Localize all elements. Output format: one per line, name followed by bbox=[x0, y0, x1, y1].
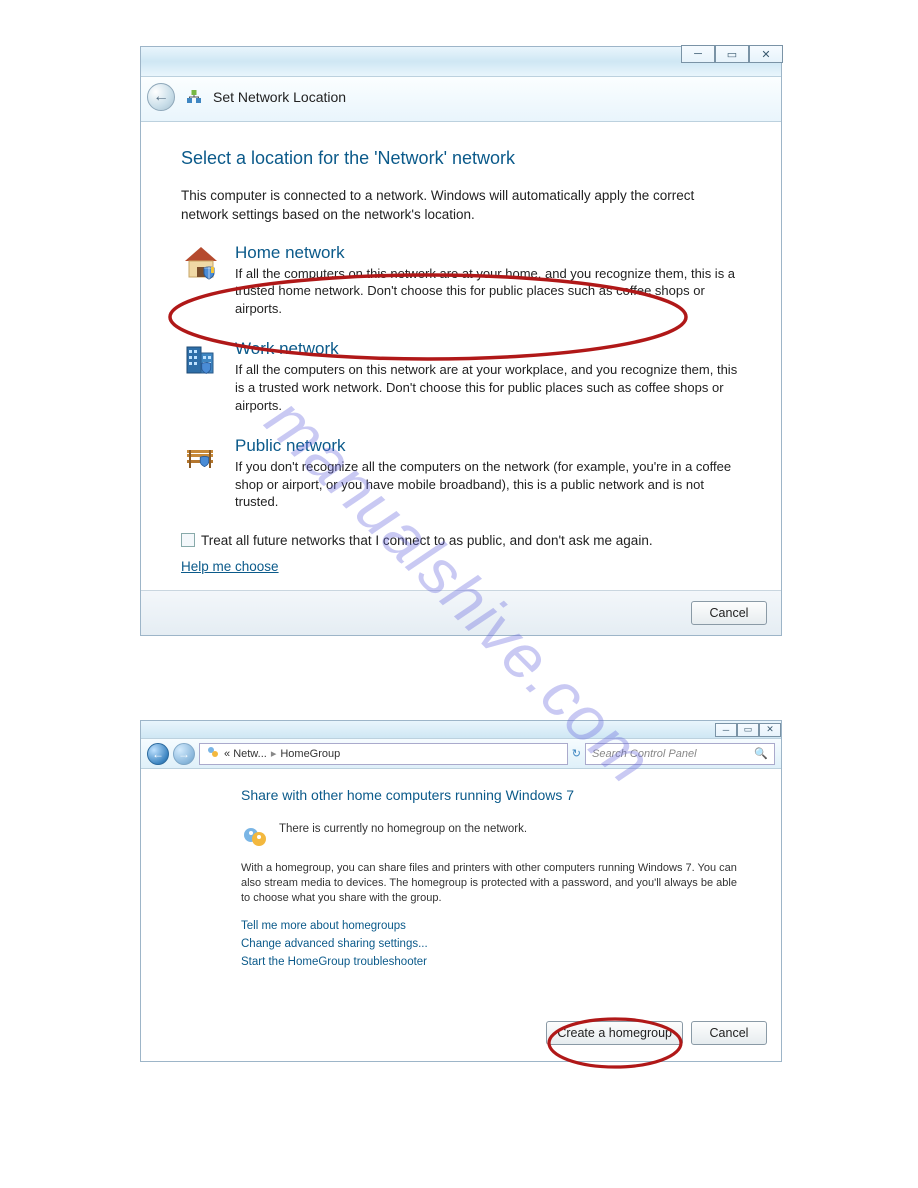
treat-public-label: Treat all future networks that I connect… bbox=[201, 533, 653, 548]
search-icon: 🔍 bbox=[754, 747, 768, 760]
option-public-title: Public network bbox=[235, 436, 741, 456]
treat-public-checkbox[interactable] bbox=[181, 533, 195, 547]
cancel-button[interactable]: Cancel bbox=[691, 601, 767, 625]
treat-public-row: Treat all future networks that I connect… bbox=[181, 533, 741, 548]
intro-text: This computer is connected to a network.… bbox=[181, 187, 741, 225]
share-heading: Share with other home computers running … bbox=[241, 787, 741, 803]
link-tell-me-more[interactable]: Tell me more about homegroups bbox=[241, 920, 741, 932]
close-button[interactable]: ✕ bbox=[759, 723, 781, 737]
search-input[interactable]: Search Control Panel 🔍 bbox=[585, 743, 775, 765]
nav-forward-button[interactable]: → bbox=[173, 743, 195, 765]
breadcrumb-network-segment[interactable]: « Netw... bbox=[224, 748, 267, 760]
homegroup-icon bbox=[206, 745, 220, 762]
option-work-desc: If all the computers on this network are… bbox=[235, 361, 741, 414]
arrow-right-icon: → bbox=[178, 747, 190, 761]
breadcrumb-separator-icon: ▸ bbox=[271, 747, 277, 760]
office-building-icon bbox=[181, 339, 221, 379]
option-home-desc: If all the computers on this network are… bbox=[235, 265, 741, 318]
option-home-title: Home network bbox=[235, 243, 741, 263]
set-network-location-dialog: ─ ▭ ✕ ← Set Network Location Select a lo… bbox=[140, 46, 782, 636]
arrow-left-icon: ← bbox=[153, 88, 169, 106]
house-icon bbox=[181, 243, 221, 283]
close-button[interactable]: ✕ bbox=[749, 45, 783, 63]
homegroup-control-panel-window: ─ ▭ ✕ ← → « Netw... ▸ HomeGroup ↻ Search… bbox=[140, 720, 782, 1062]
create-homegroup-button[interactable]: Create a homegroup bbox=[546, 1021, 683, 1045]
back-button[interactable]: ← bbox=[147, 83, 175, 111]
option-work-network[interactable]: Work network If all the computers on thi… bbox=[181, 339, 741, 414]
cancel-button[interactable]: Cancel bbox=[691, 1021, 767, 1045]
minimize-button[interactable]: ─ bbox=[715, 723, 737, 737]
window-controls: ─ ▭ ✕ bbox=[681, 45, 783, 63]
homegroup-description: With a homegroup, you can share files an… bbox=[241, 861, 741, 906]
option-public-network[interactable]: Public network If you don't recognize al… bbox=[181, 436, 741, 511]
breadcrumb-homegroup-segment[interactable]: HomeGroup bbox=[280, 748, 340, 760]
option-work-title: Work network bbox=[235, 339, 741, 359]
arrow-left-icon: ← bbox=[152, 747, 164, 761]
refresh-icon[interactable]: ↻ bbox=[572, 747, 581, 760]
maximize-button[interactable]: ▭ bbox=[715, 45, 749, 63]
no-homegroup-message: There is currently no homegroup on the n… bbox=[279, 823, 527, 835]
network-location-icon bbox=[185, 88, 203, 106]
search-placeholder: Search Control Panel bbox=[592, 748, 697, 760]
minimize-button[interactable]: ─ bbox=[681, 45, 715, 63]
park-bench-icon bbox=[181, 436, 221, 476]
help-me-choose-link[interactable]: Help me choose bbox=[181, 559, 279, 574]
homegroup-icon bbox=[241, 823, 269, 851]
main-heading: Select a location for the 'Network' netw… bbox=[181, 148, 741, 169]
dialog-title: Set Network Location bbox=[213, 89, 346, 105]
link-troubleshooter[interactable]: Start the HomeGroup troubleshooter bbox=[241, 956, 741, 968]
option-public-desc: If you don't recognize all the computers… bbox=[235, 458, 741, 511]
maximize-button[interactable]: ▭ bbox=[737, 723, 759, 737]
breadcrumb-bar[interactable]: « Netw... ▸ HomeGroup bbox=[199, 743, 568, 765]
window-titlebar: ─ ▭ ✕ bbox=[141, 721, 781, 739]
dialog-header: ← Set Network Location bbox=[141, 77, 781, 122]
nav-back-button[interactable]: ← bbox=[147, 743, 169, 765]
option-home-network[interactable]: Home network If all the computers on thi… bbox=[181, 243, 741, 318]
nav-toolbar: ← → « Netw... ▸ HomeGroup ↻ Search Contr… bbox=[141, 739, 781, 769]
link-advanced-sharing[interactable]: Change advanced sharing settings... bbox=[241, 938, 741, 950]
